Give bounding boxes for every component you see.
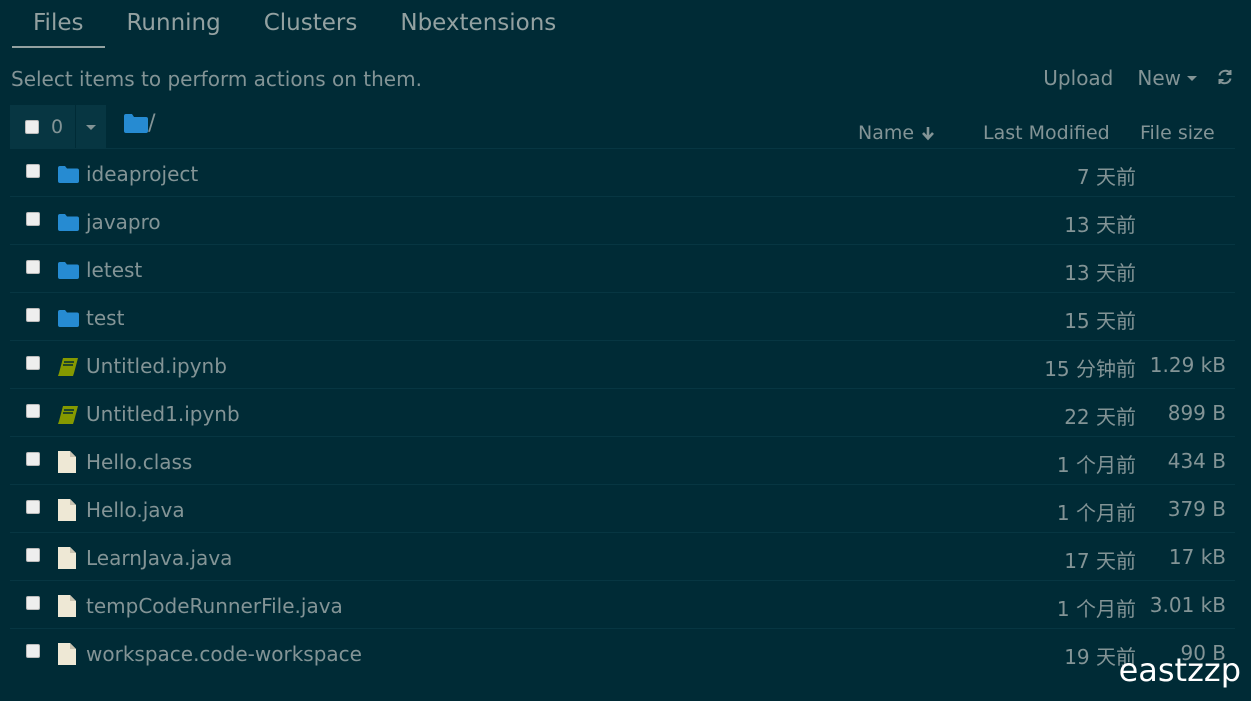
sort-by-modified-button[interactable]: Last Modified xyxy=(983,122,1110,144)
new-dropdown-button[interactable]: New xyxy=(1137,66,1197,90)
item-icon xyxy=(58,214,79,235)
item-name-link[interactable]: tempCodeRunnerFile.java xyxy=(86,594,343,618)
item-checkbox[interactable] xyxy=(26,308,40,322)
list-item[interactable]: Hello.class 1 个月前 434 B xyxy=(10,436,1235,484)
item-checkbox[interactable] xyxy=(26,212,40,226)
tab-bar: Files Running Clusters Nbextensions xyxy=(12,0,578,48)
folder-icon xyxy=(58,310,79,327)
sort-by-size-button[interactable]: File size xyxy=(1140,122,1215,144)
item-size: 899 B xyxy=(1167,401,1226,425)
item-size: 17 kB xyxy=(1168,545,1226,569)
file-actions: Upload New xyxy=(1043,66,1233,90)
item-modified: 13 天前 xyxy=(1064,213,1136,237)
item-name-link[interactable]: ideaproject xyxy=(86,162,198,186)
item-name-link[interactable]: LearnJava.java xyxy=(86,546,232,570)
item-size: 434 B xyxy=(1167,449,1226,473)
file-list: ideaproject 7 天前 javapro 13 天前 letest 13 天前 te… xyxy=(10,148,1235,676)
list-item[interactable]: test 15 天前 xyxy=(10,292,1235,340)
item-name-link[interactable]: Hello.java xyxy=(86,498,185,522)
tab-running[interactable]: Running xyxy=(105,0,242,46)
refresh-icon xyxy=(1218,69,1232,85)
item-name-link[interactable]: workspace.code-workspace xyxy=(86,642,362,666)
arrow-down-icon xyxy=(922,127,935,141)
caret-down-icon xyxy=(1187,75,1197,81)
tab-clusters[interactable]: Clusters xyxy=(243,0,380,46)
item-modified: 1 个月前 xyxy=(1056,501,1136,525)
list-item[interactable]: workspace.code-workspace 19 天前 90 B xyxy=(10,628,1235,676)
item-name-link[interactable]: javapro xyxy=(86,210,161,234)
refresh-button[interactable] xyxy=(1217,66,1233,90)
item-icon xyxy=(58,499,76,525)
item-modified: 1 个月前 xyxy=(1056,597,1136,621)
item-modified: 22 天前 xyxy=(1064,405,1136,429)
item-checkbox[interactable] xyxy=(26,548,40,562)
item-modified: 13 天前 xyxy=(1064,261,1136,285)
column-name-label: Name xyxy=(858,122,915,144)
item-icon xyxy=(58,643,76,669)
list-item[interactable]: Hello.java 1 个月前 379 B xyxy=(10,484,1235,532)
item-checkbox[interactable] xyxy=(26,404,40,418)
item-modified: 7 天前 xyxy=(1076,165,1136,189)
new-label: New xyxy=(1137,66,1181,90)
item-name-link[interactable]: Untitled.ipynb xyxy=(86,354,227,378)
item-icon xyxy=(58,262,79,283)
list-item[interactable]: Untitled1.ipynb 22 天前 899 B xyxy=(10,388,1235,436)
sort-by-name-button[interactable]: Name xyxy=(858,122,936,144)
item-size: 3.01 kB xyxy=(1149,593,1226,617)
item-icon xyxy=(58,358,78,380)
file-icon xyxy=(58,595,76,617)
list-item[interactable]: LearnJava.java 17 天前 17 kB xyxy=(10,532,1235,580)
file-icon xyxy=(58,499,76,521)
item-checkbox[interactable] xyxy=(26,356,40,370)
file-icon xyxy=(58,547,76,569)
notebook-icon xyxy=(58,358,78,376)
file-icon xyxy=(58,643,76,665)
item-icon xyxy=(58,406,78,428)
folder-icon xyxy=(58,166,79,183)
selection-hint: Select items to perform actions on them. xyxy=(11,67,422,91)
list-header: Name Last Modified File size xyxy=(0,118,1251,148)
item-icon xyxy=(58,595,76,621)
item-size: 1.29 kB xyxy=(1149,353,1226,377)
notebook-icon xyxy=(58,406,78,424)
file-icon xyxy=(58,451,76,473)
item-checkbox[interactable] xyxy=(26,452,40,466)
tab-nbextensions[interactable]: Nbextensions xyxy=(379,0,578,46)
item-modified: 1 个月前 xyxy=(1056,453,1136,477)
item-size: 379 B xyxy=(1167,497,1226,521)
item-checkbox[interactable] xyxy=(26,500,40,514)
item-checkbox[interactable] xyxy=(26,644,40,658)
item-modified: 17 天前 xyxy=(1064,549,1136,573)
list-item[interactable]: ideaproject 7 天前 xyxy=(10,148,1235,196)
list-item[interactable]: tempCodeRunnerFile.java 1 个月前 3.01 kB xyxy=(10,580,1235,628)
tab-files[interactable]: Files xyxy=(12,0,106,48)
item-checkbox[interactable] xyxy=(26,260,40,274)
watermark-text: eastzzp xyxy=(1118,651,1241,689)
item-checkbox[interactable] xyxy=(26,596,40,610)
item-icon xyxy=(58,166,79,187)
item-name-link[interactable]: Hello.class xyxy=(86,450,192,474)
item-modified: 15 天前 xyxy=(1064,309,1136,333)
item-name-link[interactable]: test xyxy=(86,306,124,330)
item-icon xyxy=(58,547,76,573)
item-name-link[interactable]: Untitled1.ipynb xyxy=(86,402,240,426)
item-modified: 15 分钟前 xyxy=(1044,357,1136,381)
item-checkbox[interactable] xyxy=(26,164,40,178)
folder-icon xyxy=(58,214,79,231)
item-icon xyxy=(58,310,79,331)
folder-icon xyxy=(58,262,79,279)
item-name-link[interactable]: letest xyxy=(86,258,142,282)
list-item[interactable]: javapro 13 天前 xyxy=(10,196,1235,244)
item-icon xyxy=(58,451,76,477)
list-item[interactable]: letest 13 天前 xyxy=(10,244,1235,292)
upload-button[interactable]: Upload xyxy=(1043,66,1113,90)
list-item[interactable]: Untitled.ipynb 15 分钟前 1.29 kB xyxy=(10,340,1235,388)
